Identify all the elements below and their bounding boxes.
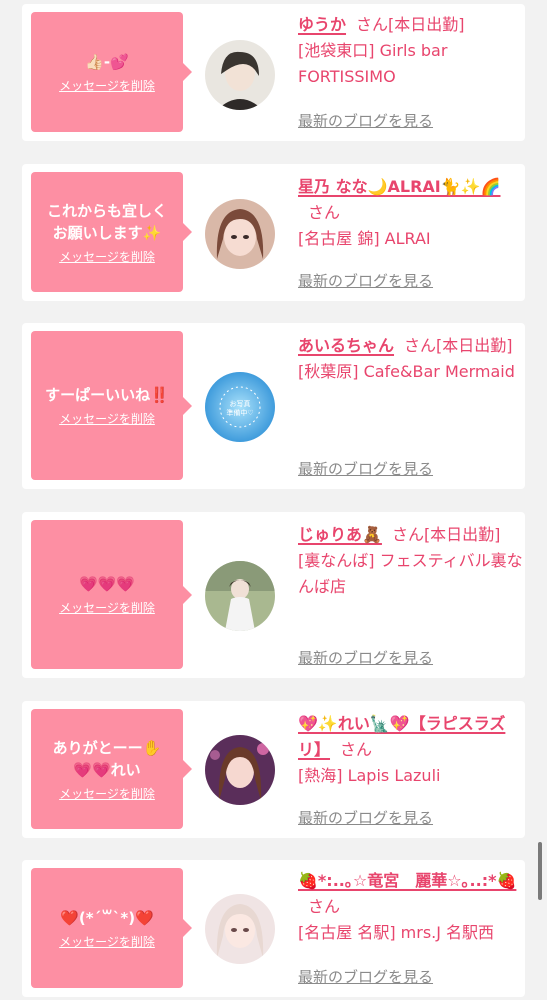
- message-text: ❤️(*´꒳`*)❤️: [60, 908, 154, 927]
- delete-message-link[interactable]: メッセージを削除: [59, 77, 155, 94]
- cast-suffix: さん: [340, 740, 373, 759]
- avatar[interactable]: [205, 199, 275, 269]
- message-card: これからも宜しく お願いします✨ メッセージを削除 星乃 なな🌙ALRAI🐈✨🌈…: [22, 164, 525, 301]
- message-card: すーぱーいいね‼️ メッセージを削除 お写真 準備中♡ あいるちゃん さん[本日出…: [22, 323, 525, 489]
- latest-blog-link[interactable]: 最新のブログを見る: [298, 458, 433, 479]
- avatar[interactable]: [205, 40, 275, 110]
- message-card: ありがとーー✋ 💗💗れい メッセージを削除 💖✨れい🗽💖【ラピスラズリ】 さん […: [22, 701, 525, 838]
- shop-name: [名古屋 名駅] mrs.J 名駅西: [298, 923, 495, 942]
- cast-name-link[interactable]: 🍓*:..｡☆竜宮 麗華☆｡..:*🍓: [298, 871, 516, 890]
- message-card: ❤️(*´꒳`*)❤️ メッセージを削除 🍓*:..｡☆竜宮 麗華☆｡..:*🍓…: [22, 860, 525, 997]
- avatar-photo: [205, 735, 275, 805]
- cast-info: あいるちゃん さん[本日出勤] [秋葉原] Cafe&Bar Mermaid: [298, 333, 524, 385]
- shop-name: [名古屋 錦] ALRAI: [298, 229, 431, 248]
- message-text: ありがとーー✋ 💗💗れい: [52, 738, 162, 779]
- cast-info: 💖✨れい🗽💖【ラピスラズリ】 さん [熱海] Lapis Lazuli: [298, 711, 524, 789]
- delete-message-link[interactable]: メッセージを削除: [59, 785, 155, 802]
- latest-blog-link[interactable]: 最新のブログを見る: [298, 647, 433, 668]
- avatar-photo: [205, 199, 275, 269]
- avatar-photo: [205, 561, 275, 631]
- message-text: 💗💗💗: [78, 575, 136, 593]
- message-bubble: これからも宜しく お願いします✨ メッセージを削除: [31, 172, 192, 292]
- cast-suffix: さん[本日出勤]: [391, 525, 501, 544]
- delete-message-link[interactable]: メッセージを削除: [59, 410, 155, 427]
- placeholder-text: 準備中♡: [226, 408, 253, 417]
- placeholder-text: お写真: [230, 399, 251, 408]
- message-text: 👍🏻-💕: [85, 52, 129, 71]
- delete-message-link[interactable]: メッセージを削除: [59, 933, 155, 950]
- message-bubble: ありがとーー✋ 💗💗れい メッセージを削除: [31, 709, 192, 829]
- avatar-photo: [205, 894, 275, 964]
- cast-name-link[interactable]: 💖✨れい🗽💖【ラピスラズリ】: [298, 714, 505, 759]
- cast-info: ゆうか さん[本日出勤] [池袋東口] Girls bar FORTISSIMO: [298, 12, 524, 90]
- avatar[interactable]: [205, 561, 275, 631]
- latest-blog-link[interactable]: 最新のブログを見る: [298, 270, 433, 291]
- avatar[interactable]: [205, 894, 275, 964]
- avatar[interactable]: [205, 735, 275, 805]
- cast-info: じゅりあ🧸 さん[本日出勤] [裏なんば] フェスティバル裏なんば店: [298, 522, 524, 600]
- cast-suffix: さん[本日出勤]: [356, 15, 465, 34]
- shop-name: [熱海] Lapis Lazuli: [298, 766, 441, 785]
- avatar-photo: [205, 40, 275, 110]
- message-bubble: 👍🏻-💕 メッセージを削除: [31, 12, 192, 132]
- cast-name-link[interactable]: 星乃 なな🌙ALRAI🐈✨🌈: [298, 177, 501, 196]
- cast-suffix: さん[本日出勤]: [404, 336, 513, 355]
- cast-name-link[interactable]: ゆうか: [298, 15, 346, 34]
- cast-info: 🍓*:..｡☆竜宮 麗華☆｡..:*🍓 さん [名古屋 名駅] mrs.J 名駅西: [298, 868, 524, 946]
- delete-message-link[interactable]: メッセージを削除: [59, 248, 155, 265]
- shop-name: [池袋東口] Girls bar FORTISSIMO: [298, 41, 448, 86]
- scrollbar-thumb[interactable]: [538, 842, 542, 900]
- latest-blog-link[interactable]: 最新のブログを見る: [298, 807, 433, 828]
- cast-suffix: さん: [308, 203, 341, 222]
- message-text: すーぱーいいね‼️: [45, 386, 169, 404]
- message-bubble: ❤️(*´꒳`*)❤️ メッセージを削除: [31, 868, 192, 988]
- cast-name-link[interactable]: じゅりあ🧸: [298, 525, 382, 544]
- avatar-photo: お写真 準備中♡: [205, 372, 275, 442]
- delete-message-link[interactable]: メッセージを削除: [59, 599, 155, 616]
- message-text: これからも宜しく お願いします✨: [46, 201, 167, 242]
- cast-name-link[interactable]: あいるちゃん: [298, 336, 394, 355]
- cast-suffix: さん: [308, 897, 341, 916]
- message-card: 👍🏻-💕 メッセージを削除 ゆうか さん[本日出勤] [池袋東口] Girls b…: [22, 4, 525, 141]
- latest-blog-link[interactable]: 最新のブログを見る: [298, 110, 433, 131]
- latest-blog-link[interactable]: 最新のブログを見る: [298, 966, 433, 987]
- shop-name: [秋葉原] Cafe&Bar Mermaid: [298, 362, 515, 381]
- message-bubble: 💗💗💗 メッセージを削除: [31, 520, 192, 669]
- avatar[interactable]: お写真 準備中♡: [205, 372, 275, 442]
- cast-info: 星乃 なな🌙ALRAI🐈✨🌈 さん [名古屋 錦] ALRAI: [298, 174, 524, 252]
- message-card: 💗💗💗 メッセージを削除 じゅりあ🧸 さん[本日出勤] [裏なんば] フェスティバ…: [22, 512, 525, 678]
- message-bubble: すーぱーいいね‼️ メッセージを削除: [31, 331, 192, 480]
- shop-name: [裏なんば] フェスティバル裏なんば店: [298, 551, 523, 596]
